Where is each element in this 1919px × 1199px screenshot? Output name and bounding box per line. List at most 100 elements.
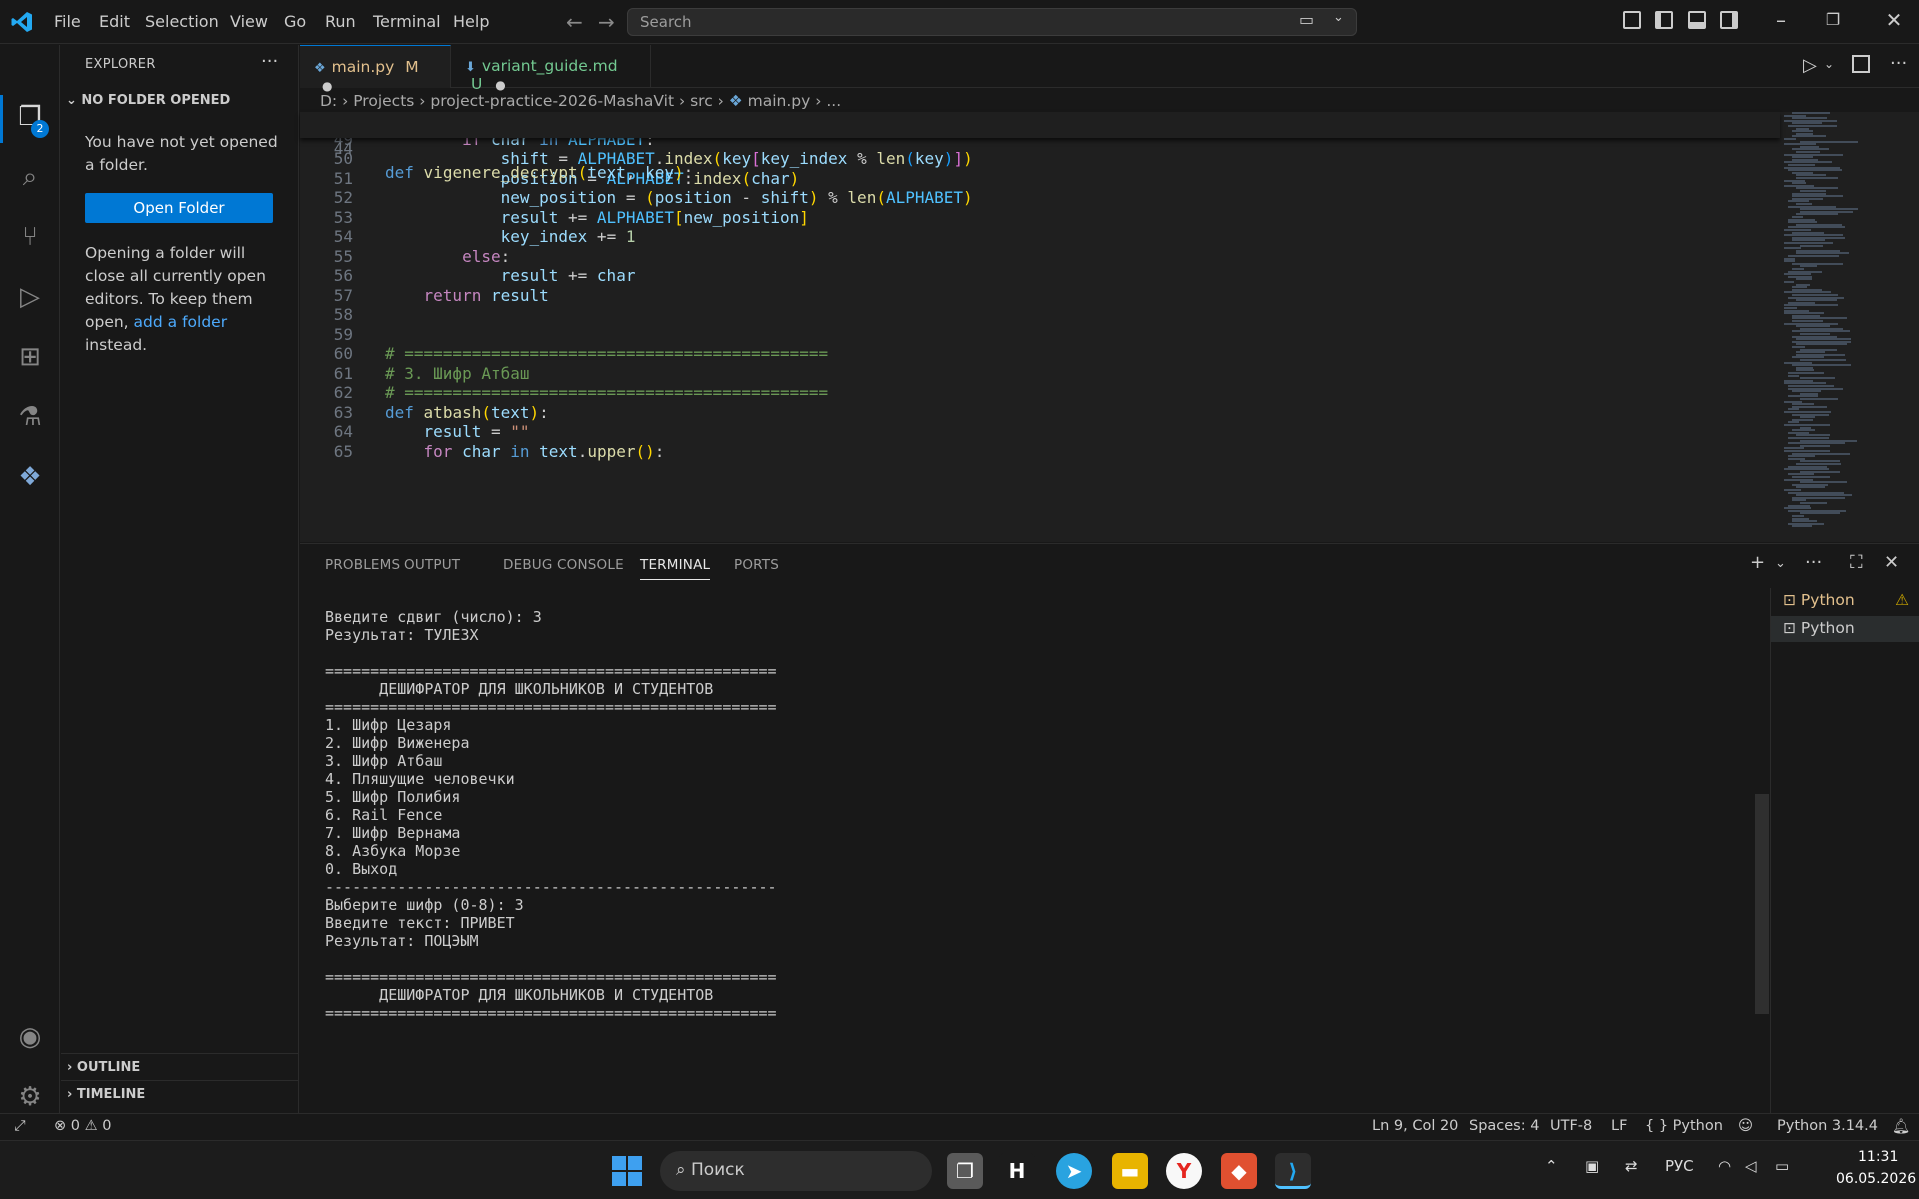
- command-center-search[interactable]: Search: [627, 8, 1357, 36]
- file-explorer-icon[interactable]: ▬: [1112, 1153, 1148, 1189]
- yandex-browser-icon[interactable]: Y: [1166, 1153, 1202, 1189]
- toggle-secondary-sidebar-icon[interactable]: [1720, 11, 1738, 29]
- source-control-icon[interactable]: ⑂: [14, 221, 46, 253]
- python-icon[interactable]: ❖: [14, 461, 46, 493]
- vscode-taskbar-icon[interactable]: ⟩: [1275, 1153, 1311, 1189]
- menu-terminal[interactable]: Terminal: [373, 12, 441, 31]
- search-icon[interactable]: ⌕: [14, 161, 46, 193]
- close-icon[interactable]: ✕: [1884, 8, 1904, 32]
- minimize-icon[interactable]: –: [1771, 8, 1791, 32]
- more-actions-icon[interactable]: ···: [261, 51, 278, 72]
- unsaved-dot-icon[interactable]: ●: [322, 79, 332, 93]
- run-python-file-icon[interactable]: ▷: [1803, 55, 1817, 76]
- more-actions-icon[interactable]: ···: [1890, 53, 1907, 74]
- more-actions-icon[interactable]: ···: [1805, 552, 1822, 573]
- menu-help[interactable]: Help: [453, 12, 489, 31]
- breadcrumb-drive[interactable]: D:: [320, 92, 337, 110]
- python-file-icon: ❖: [314, 61, 326, 76]
- chevron-down-icon[interactable]: ⌄: [1775, 556, 1786, 571]
- clock-date[interactable]: 06.05.2026: [1836, 1171, 1916, 1187]
- remote-icon[interactable]: ⤢: [14, 1118, 26, 1134]
- breadcrumb-projects[interactable]: Projects: [353, 92, 414, 110]
- notifications-bell-icon[interactable]: 🔔︎: [1892, 1118, 1910, 1135]
- terminal-output[interactable]: Введите сдвиг (число): 3 Результат: ТУЛЕЗ…: [325, 608, 1425, 1022]
- language-mode[interactable]: { } Python: [1645, 1118, 1723, 1134]
- add-folder-link[interactable]: add a folder: [134, 313, 228, 331]
- menu-view[interactable]: View: [230, 12, 268, 31]
- split-editor-icon[interactable]: [1852, 55, 1870, 73]
- terminal-scrollbar[interactable]: [1755, 794, 1769, 1014]
- breadcrumb-repo[interactable]: project-practice-2026-MashaVit: [430, 92, 674, 110]
- run-debug-icon[interactable]: ▷: [14, 281, 46, 313]
- tab-output[interactable]: OUTPUT: [404, 557, 460, 573]
- battery-icon[interactable]: ▭: [1775, 1157, 1789, 1175]
- cursor-position[interactable]: Ln 9, Col 20: [1372, 1118, 1458, 1134]
- problems-indicator[interactable]: ⊗ 0 ⚠ 0: [54, 1118, 111, 1134]
- code-line[interactable]: 65 for char in text.upper():: [300, 440, 1780, 464]
- clock-time[interactable]: 11:31: [1858, 1149, 1898, 1165]
- task-view-icon[interactable]: ❐: [947, 1153, 983, 1189]
- toggle-tray-icon[interactable]: ⇄: [1625, 1157, 1638, 1175]
- extensions-icon[interactable]: ⊞: [14, 341, 46, 373]
- minimap[interactable]: [1780, 112, 1890, 542]
- menu-go[interactable]: Go: [284, 12, 306, 31]
- menu-edit[interactable]: Edit: [99, 12, 130, 31]
- telegram-icon[interactable]: ➤: [1056, 1153, 1092, 1189]
- indentation[interactable]: Spaces: 4: [1469, 1118, 1539, 1134]
- no-folder-section-header[interactable]: ⌄ NO FOLDER OPENED: [66, 93, 230, 108]
- tab-terminal[interactable]: TERMINAL: [640, 557, 711, 580]
- menu-run[interactable]: Run: [325, 12, 356, 31]
- forward-arrow-icon[interactable]: →: [598, 10, 615, 34]
- tab-problems[interactable]: PROBLEMS: [325, 557, 400, 573]
- title-bar: File Edit Selection View Go Run Terminal…: [0, 0, 1919, 44]
- settings-gear-icon[interactable]: ⚙: [14, 1081, 46, 1113]
- breadcrumb-symbol[interactable]: ...: [826, 92, 841, 110]
- taskbar-search[interactable]: ⌕ Поиск: [660, 1151, 932, 1191]
- timeline-section-header[interactable]: › TIMELINE: [61, 1080, 299, 1107]
- toggle-primary-sidebar-icon[interactable]: [1655, 11, 1673, 29]
- customize-layout-icon[interactable]: [1623, 11, 1641, 29]
- close-panel-icon[interactable]: ✕: [1884, 552, 1899, 573]
- testing-icon[interactable]: ⚗: [14, 401, 46, 433]
- tab-main-py[interactable]: ❖ main.py M ●: [300, 45, 451, 93]
- terminal-icon: ⊡: [1783, 591, 1801, 609]
- terminal-item[interactable]: ⊡ Python ⚠: [1771, 588, 1919, 614]
- chevron-down-icon[interactable]: ⌄: [1333, 10, 1344, 25]
- terminal-line: 7. Шифр Вернама: [325, 824, 461, 842]
- copilot-chat-icon[interactable]: ▭: [1299, 10, 1314, 29]
- show-hidden-icons-chevron-icon[interactable]: ⌃: [1545, 1157, 1558, 1175]
- restore-icon[interactable]: ❐: [1823, 10, 1843, 29]
- end-of-line[interactable]: LF: [1611, 1118, 1627, 1134]
- accounts-icon[interactable]: ◉: [14, 1021, 46, 1053]
- sidebar-title: EXPLORER: [85, 57, 156, 72]
- maximize-panel-icon[interactable]: ⛶: [1850, 552, 1863, 573]
- line-number: 65: [333, 441, 353, 461]
- tab-variant-guide[interactable]: ⬇ variant_guide.md U ●: [451, 45, 651, 93]
- copilot-status-icon[interactable]: ☺: [1738, 1118, 1753, 1134]
- encoding[interactable]: UTF-8: [1550, 1118, 1592, 1134]
- windows-start-icon[interactable]: [612, 1156, 642, 1186]
- chevron-down-icon[interactable]: ⌄: [1824, 57, 1834, 71]
- new-terminal-icon[interactable]: +: [1750, 552, 1765, 573]
- wifi-icon[interactable]: ◠: [1718, 1157, 1731, 1175]
- toggle-panel-icon[interactable]: [1688, 11, 1706, 29]
- input-language[interactable]: РУС: [1665, 1157, 1694, 1175]
- tab-debug-console[interactable]: DEBUG CONSOLE: [503, 557, 624, 573]
- git-tool-icon[interactable]: ◆: [1221, 1153, 1257, 1189]
- unsaved-dot-icon[interactable]: ●: [495, 78, 505, 92]
- app-h-icon[interactable]: H: [999, 1153, 1035, 1189]
- terminal-item[interactable]: ⊡ Python: [1771, 616, 1919, 642]
- open-folder-button[interactable]: Open Folder: [85, 193, 273, 223]
- terminal-line: 4. Пляшущие человечки: [325, 770, 515, 788]
- tab-ports[interactable]: PORTS: [734, 557, 779, 573]
- python-interpreter[interactable]: Python 3.14.4: [1777, 1118, 1878, 1134]
- tray-app-icon[interactable]: ▣: [1585, 1157, 1599, 1175]
- breadcrumb-file[interactable]: main.py: [748, 92, 811, 110]
- outline-section-header[interactable]: › OUTLINE: [61, 1053, 299, 1080]
- menu-file[interactable]: File: [54, 12, 81, 31]
- volume-icon[interactable]: ◁: [1745, 1157, 1757, 1175]
- breadcrumb-src[interactable]: src: [690, 92, 713, 110]
- menu-selection[interactable]: Selection: [145, 12, 219, 31]
- sticky-scroll-header[interactable]: 44 def vigenere_decrypt(text, key):: [300, 112, 1780, 182]
- back-arrow-icon[interactable]: ←: [566, 10, 583, 34]
